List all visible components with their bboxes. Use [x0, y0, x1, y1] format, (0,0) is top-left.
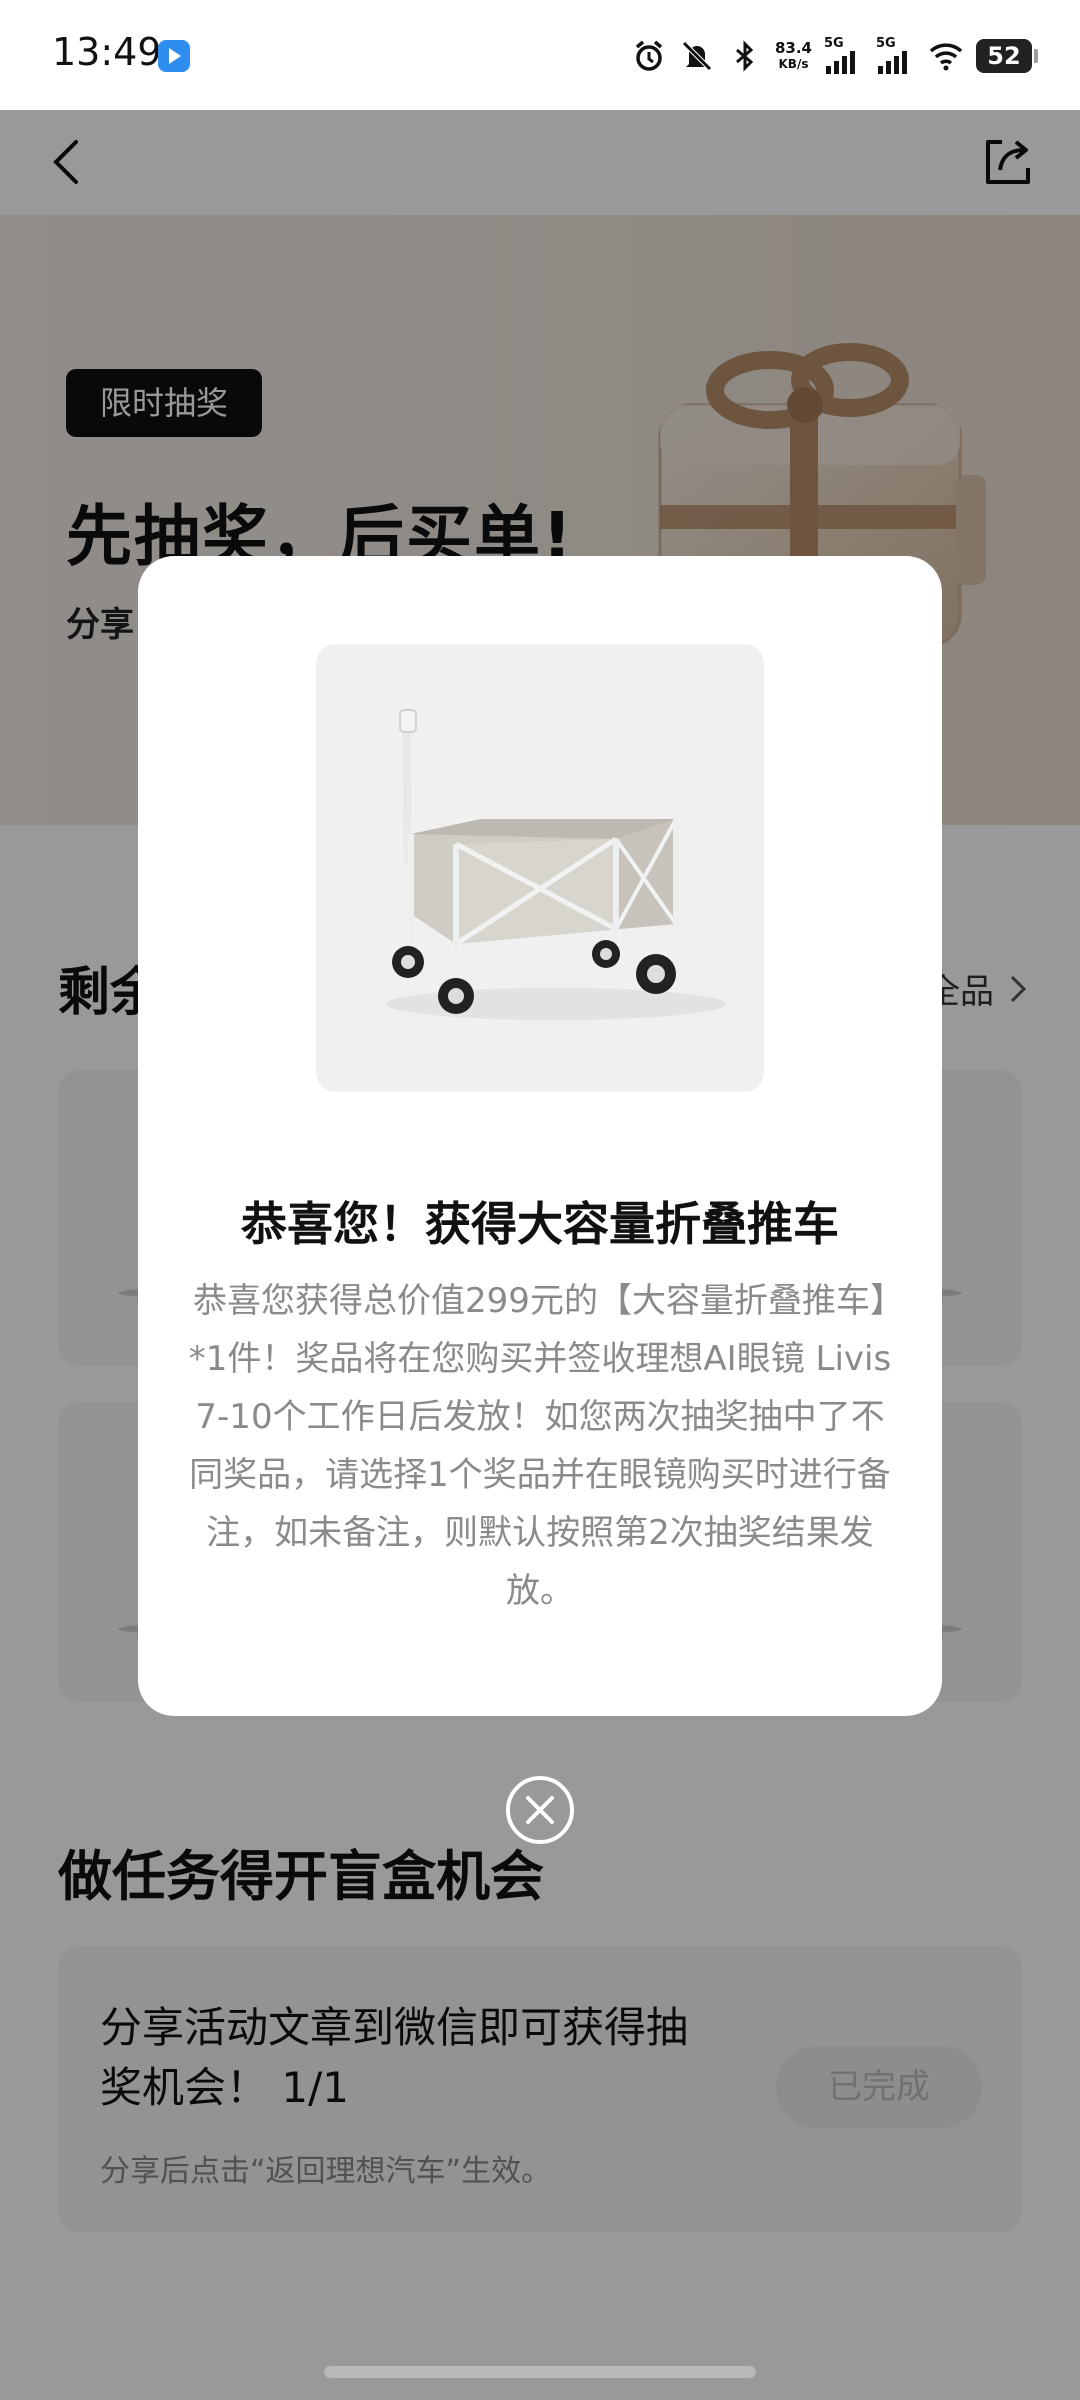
- signal-label: 5G: [876, 36, 896, 51]
- status-bar: 13:49 83.4 KB/s 5G 5G 52: [0, 0, 1080, 110]
- modal-body-text: 恭喜您获得总价值299元的【大容量折叠推车】*1件！奖品将在您购买并签收理想AI…: [188, 1281, 892, 1611]
- close-icon: [526, 1796, 554, 1824]
- signal-icon: 5G: [876, 36, 916, 76]
- bluetooth-icon: [736, 40, 754, 72]
- modal-title: 恭喜您！获得大容量折叠推车: [241, 1197, 839, 1251]
- alarm-icon: [635, 40, 663, 71]
- app-notification-icon: [158, 40, 190, 72]
- prize-image: [316, 644, 764, 1092]
- net-speed-value: 83.4: [774, 39, 812, 57]
- signal-icon: 5G: [824, 36, 864, 76]
- status-time: 13:49: [52, 30, 162, 74]
- net-speed-unit: KB/s: [778, 57, 809, 71]
- battery-icon: 52: [976, 39, 1038, 73]
- home-indicator[interactable]: [324, 2366, 756, 2378]
- wifi-icon: [929, 43, 963, 71]
- status-icons: 83.4 KB/s 5G 5G 52: [631, 34, 1038, 78]
- signal-label: 5G: [824, 36, 844, 51]
- modal-close-button[interactable]: [506, 1776, 574, 1844]
- mute-bell-icon: [682, 41, 712, 71]
- net-speed: 83.4 KB/s: [775, 40, 812, 72]
- prize-result-modal: 恭喜您！获得大容量折叠推车 恭喜您获得总价值299元的【大容量折叠推车】*1件！…: [138, 556, 942, 1716]
- folding-cart-image: [386, 709, 726, 1020]
